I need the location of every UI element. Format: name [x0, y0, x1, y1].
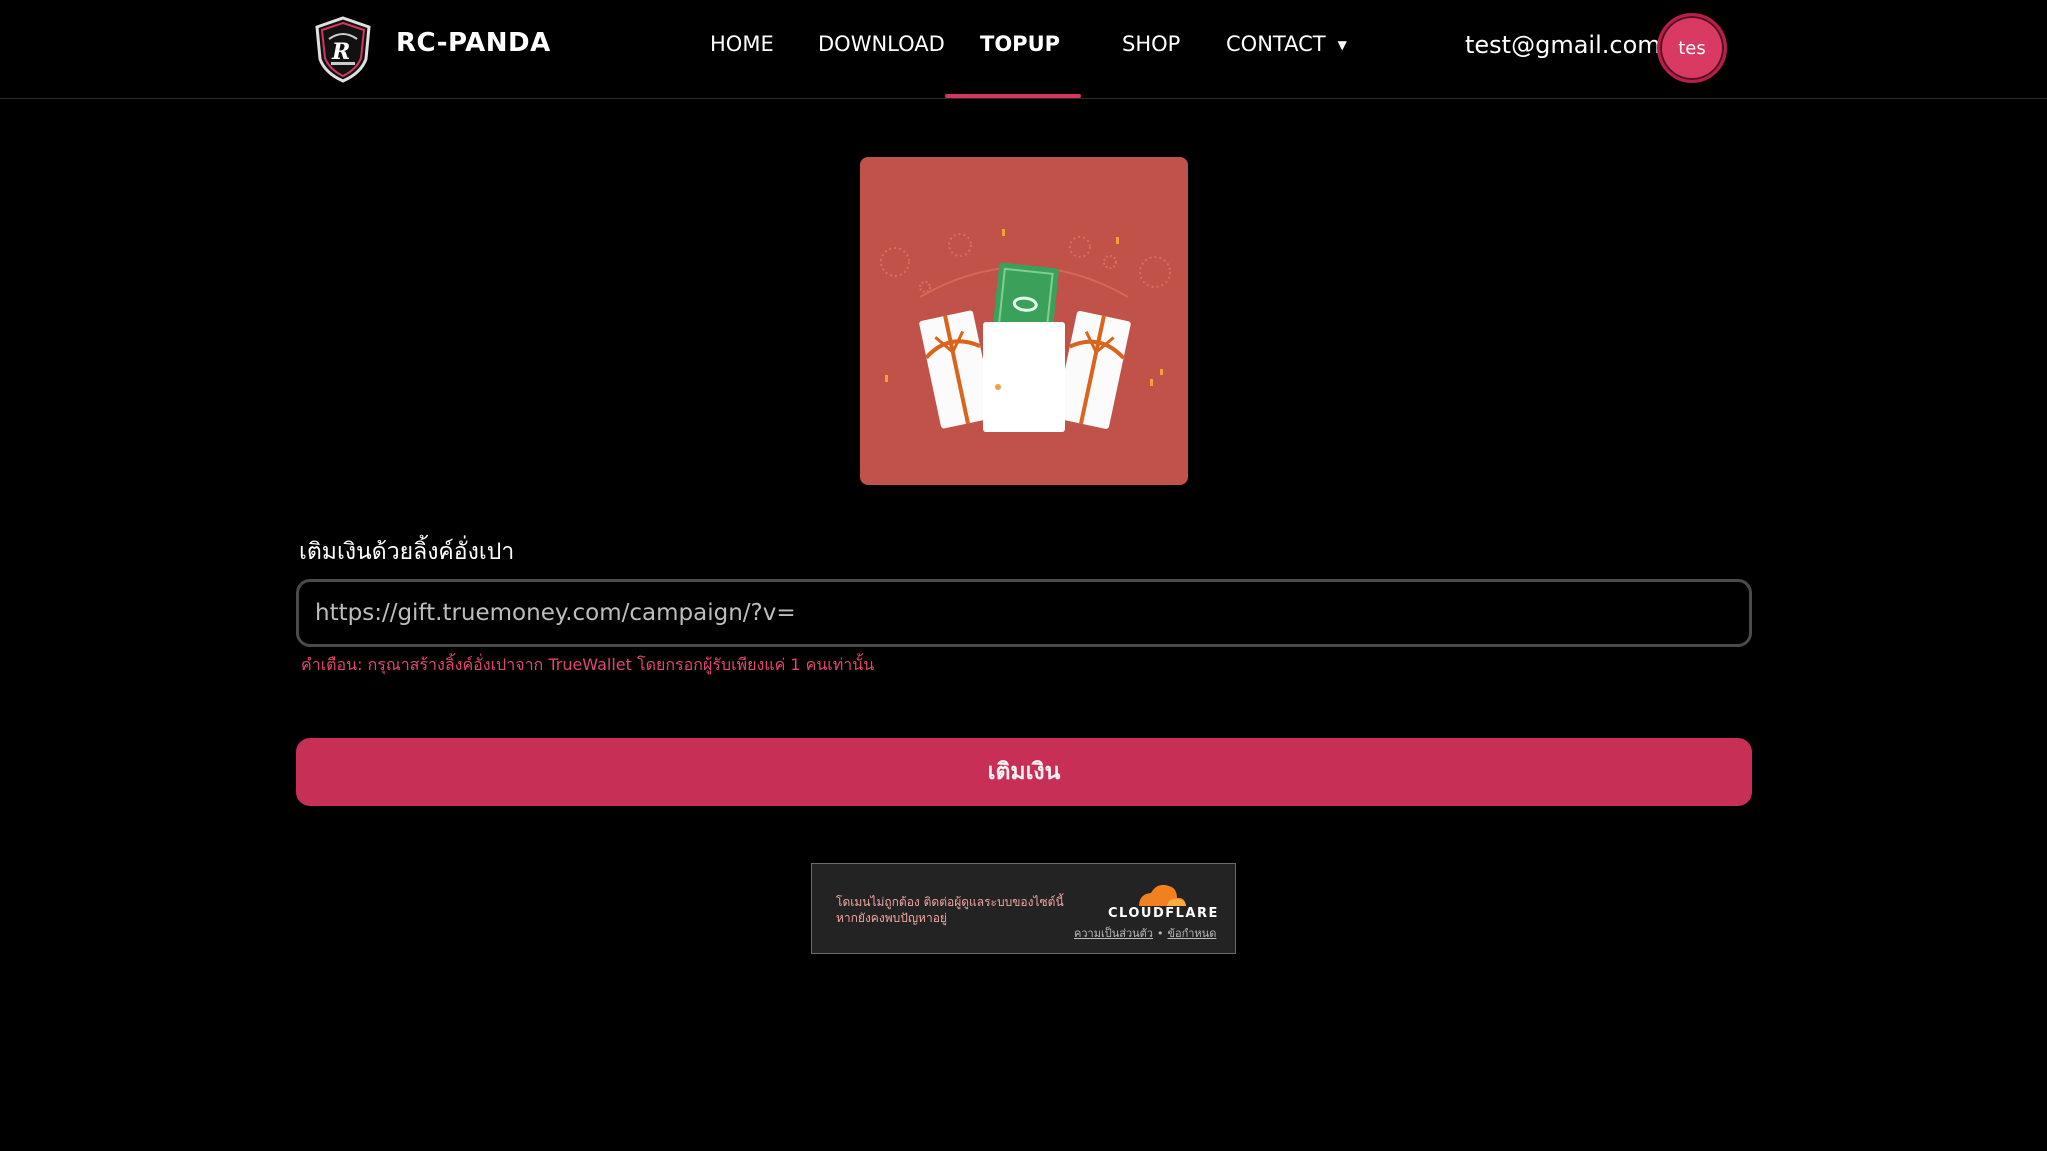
brand-name[interactable]: RC-PANDA [396, 28, 551, 58]
terms-link[interactable]: ข้อกำหนด [1167, 927, 1216, 940]
top-navbar: R RC-PANDA HOME DOWNLOAD TOPUP SHOP CONT… [0, 0, 2047, 99]
avatar-initials: tes [1678, 37, 1706, 59]
shield-r-logo-icon[interactable]: R [311, 15, 375, 83]
gift-link-input[interactable] [296, 579, 1752, 647]
nav-home[interactable]: HOME [710, 32, 774, 56]
link-separator: • [1156, 927, 1164, 940]
topup-submit-button[interactable]: เติมเงิน [296, 738, 1752, 806]
captcha-links: ความเป็นส่วนตัว • ข้อกำหนด [1074, 924, 1216, 942]
nav-topup[interactable]: TOPUP [980, 32, 1060, 56]
nav-contact-label: CONTACT [1226, 32, 1326, 56]
nav-contact-dropdown[interactable]: CONTACT ▼ [1226, 32, 1347, 56]
topup-form-label: เติมเงินด้วยลิ้งค์อั่งเปา [299, 539, 515, 565]
gift-envelope-icon [860, 157, 1188, 485]
nav-download[interactable]: DOWNLOAD [818, 32, 945, 56]
captcha-error-text: โดเมนไม่ถูกต้อง ติดต่อผู้ดูแลระบบของไซต์… [836, 895, 1064, 925]
warning-text: คำเตือน: กรุณาสร้างลิ้งค์อั่งเปาจาก True… [301, 655, 875, 674]
privacy-link[interactable]: ความเป็นส่วนตัว [1074, 927, 1153, 940]
svg-text:R: R [331, 39, 350, 65]
user-email: test@gmail.com [1465, 31, 1661, 59]
cloudflare-wordmark: CLOUDFLARE [1108, 906, 1219, 921]
user-avatar[interactable]: tes [1657, 13, 1727, 83]
caret-down-icon: ▼ [1337, 38, 1347, 52]
nav-active-indicator [945, 94, 1081, 98]
cloudflare-captcha-widget[interactable]: โดเมนไม่ถูกต้อง ติดต่อผู้ดูแลระบบของไซต์… [811, 863, 1236, 954]
nav-shop[interactable]: SHOP [1122, 32, 1180, 56]
